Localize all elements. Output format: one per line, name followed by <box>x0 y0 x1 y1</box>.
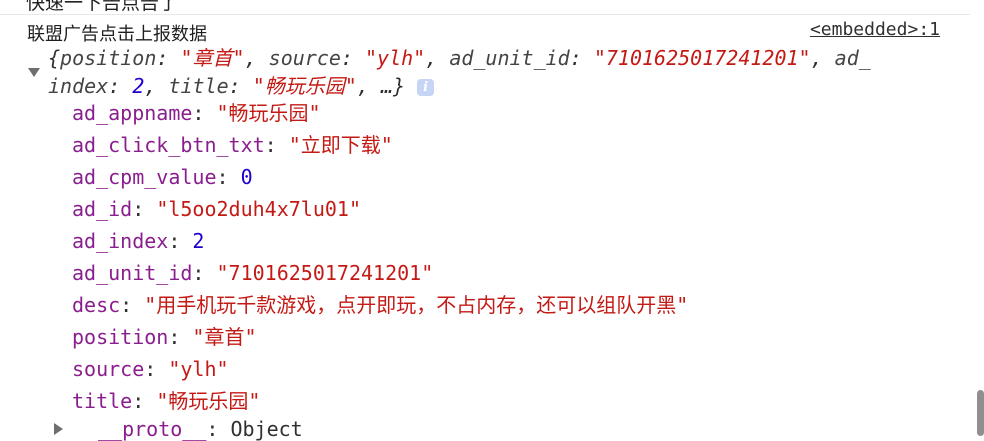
colon: : <box>228 74 253 98</box>
colon: : <box>216 165 241 189</box>
colon: : <box>144 357 169 381</box>
property-value: 2 <box>192 229 205 253</box>
source-link[interactable]: <embedded>:1 <box>810 19 940 40</box>
colon: : <box>132 197 157 221</box>
colon: : <box>156 46 181 70</box>
property-row[interactable]: ad_click_btn_txt: "立即下载" <box>72 129 688 161</box>
property-key: desc <box>72 293 121 317</box>
preview-value-ad-unit-id: "7101625017241201" <box>593 46 811 70</box>
comma: , <box>810 46 835 70</box>
colon: : <box>340 46 365 70</box>
property-key: ad_click_btn_txt <box>72 133 265 157</box>
preview-key-position: position <box>60 46 157 70</box>
colon: : <box>120 293 145 317</box>
previous-log-message: 快速一下告点告了 <box>26 0 179 14</box>
log-divider <box>0 14 970 15</box>
property-value: "畅玩乐园" <box>156 389 261 413</box>
property-key: ad_index <box>72 229 169 253</box>
property-row[interactable]: ad_appname: "畅玩乐园" <box>72 97 688 129</box>
property-value: "章首" <box>192 325 257 349</box>
property-row[interactable]: source: "ylh" <box>72 353 688 385</box>
property-value: "ylh" <box>168 357 229 381</box>
property-row[interactable]: ad_cpm_value: 0 <box>72 161 688 193</box>
colon: : <box>168 229 193 253</box>
preview-key-index: index <box>48 74 109 98</box>
property-key: ad_unit_id <box>72 261 193 285</box>
colon: : <box>168 325 193 349</box>
property-row[interactable]: ad_index: 2 <box>72 225 688 257</box>
preview-key-source: source <box>268 46 341 70</box>
comma: , <box>356 74 381 98</box>
colon: : <box>192 101 217 125</box>
property-key: position <box>72 325 169 349</box>
property-row[interactable]: ad_id: "l5oo2duh4x7lu01" <box>72 193 688 225</box>
preview-ellipsis: …} <box>380 74 406 98</box>
preview-value-index: 2 <box>132 74 145 98</box>
colon: : <box>264 133 289 157</box>
comma: , <box>244 46 269 70</box>
preview-key-title: title <box>168 74 229 98</box>
colon: : <box>569 46 594 70</box>
property-value: "畅玩乐园" <box>216 101 321 125</box>
triangle-right-icon[interactable] <box>54 423 63 435</box>
property-row[interactable]: desc: "用手机玩千款游戏，点开即玩，不占内存，还可以组队开黑" <box>72 289 688 321</box>
proto-key: __proto__ <box>98 417 207 441</box>
property-row[interactable]: title: "畅玩乐园" <box>72 385 688 417</box>
property-key: ad_cpm_value <box>72 165 217 189</box>
colon: : <box>108 74 133 98</box>
property-value: "l5oo2duh4x7lu01" <box>156 197 362 221</box>
proto-value: Object <box>230 417 303 441</box>
preview-value-position: "章首" <box>180 46 245 70</box>
comma: , <box>425 46 450 70</box>
info-icon[interactable]: i <box>417 79 435 96</box>
property-value: "7101625017241201" <box>216 261 434 285</box>
open-brace: { <box>48 46 61 70</box>
property-key: source <box>72 357 145 381</box>
proto-row[interactable]: __proto__: Object <box>98 417 303 441</box>
property-value: "用手机玩千款游戏，点开即玩，不占内存，还可以组队开黑" <box>144 293 689 317</box>
property-row[interactable]: position: "章首" <box>72 321 688 353</box>
property-list: ad_appname: "畅玩乐园" ad_click_btn_txt: "立即… <box>72 97 688 417</box>
colon: : <box>132 389 157 413</box>
comma: , <box>144 74 169 98</box>
scrollbar-thumb[interactable] <box>977 390 984 436</box>
colon: : <box>206 417 231 441</box>
property-key: title <box>72 389 133 413</box>
property-row[interactable]: ad_unit_id: "7101625017241201" <box>72 257 688 289</box>
property-key: ad_appname <box>72 101 193 125</box>
triangle-down-icon[interactable] <box>28 68 40 77</box>
preview-value-title: "畅玩乐园" <box>252 74 357 98</box>
property-value: 0 <box>240 165 253 189</box>
property-value: "立即下载" <box>288 133 393 157</box>
preview-value-source: "ylh" <box>365 46 426 70</box>
preview-key-partial: ad_ <box>834 46 871 70</box>
colon: : <box>192 261 217 285</box>
preview-key-ad-unit-id: ad_unit_id <box>449 46 570 70</box>
property-key: ad_id <box>72 197 133 221</box>
